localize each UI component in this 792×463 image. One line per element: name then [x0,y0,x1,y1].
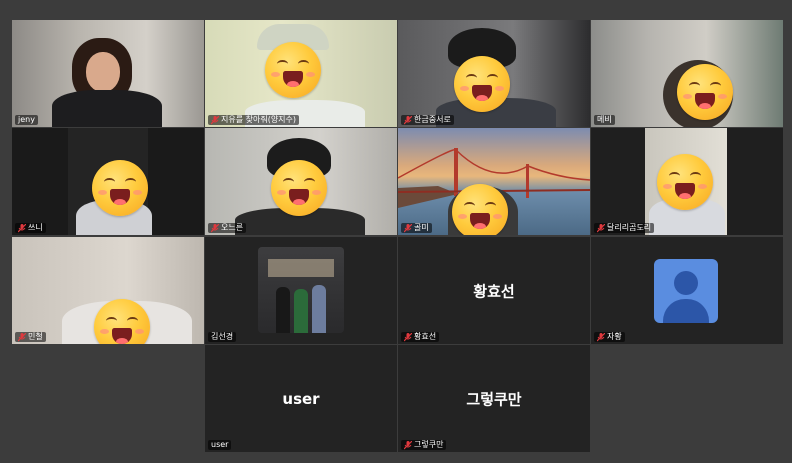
participant-name-label: 달리리곰도리 [594,223,655,233]
participant-tile[interactable]: 자황 [591,237,783,344]
mic-off-icon [404,115,412,124]
mic-off-icon [211,223,219,232]
person-avatar-icon [654,259,718,323]
participant-name-label: 오느른 [208,223,247,233]
participant-display-name: user [282,389,320,408]
mic-off-icon [404,223,412,232]
participant-tile[interactable]: 그렇쿠만 그렇쿠만 [398,345,590,452]
participant-name-label: jeny [15,115,38,125]
participant-tile[interactable]: 달리리곰도리 [591,128,783,235]
mic-off-icon [18,332,26,341]
participant-tile-jeny[interactable]: jeny [12,20,204,127]
participant-tile[interactable]: 김선경 [205,237,397,344]
participant-display-name: 그렇쿠만 [466,390,522,408]
grinning-face-emoji-icon [454,56,510,112]
participant-name-label: 메비 [594,115,615,125]
grinning-face-emoji-icon [271,160,327,216]
mic-off-icon [404,332,412,341]
participant-name-label: 그렇쿠만 [401,440,447,450]
mic-off-icon [18,223,26,232]
grinning-face-emoji-icon [677,64,733,120]
participant-name-label: 황효선 [401,332,440,342]
participant-display-name: 황효선 [473,282,515,300]
grinning-face-emoji-icon [657,154,713,210]
participant-name-label: user [208,440,232,450]
participant-tile[interactable]: 황효선 황효선 [398,237,590,344]
mic-off-icon [211,115,219,124]
participant-name-label: 지유를 찾아줘(양지수) [208,115,300,125]
participant-tile[interactable]: 쓰니 [12,128,204,235]
participant-tile[interactable]: user user [205,345,397,452]
participant-name-label: 자황 [594,332,625,342]
grinning-face-emoji-icon [92,160,148,216]
participant-tile[interactable]: 지유를 찾아줘(양지수) [205,20,397,127]
participant-name-label: 김선경 [208,332,237,342]
video-gallery: jeny 지유를 찾아줘(양지수) 한금중서로 메비 쓰니 오느른 골미 달리리… [0,0,792,463]
mic-off-icon [404,440,412,449]
participant-tile[interactable]: 한금중서로 [398,20,590,127]
participant-tile[interactable]: 민철 [12,237,204,344]
participant-tile[interactable]: 오느른 [205,128,397,235]
participant-tile[interactable]: 메비 [591,20,783,127]
participant-name-label: 골미 [401,223,432,233]
mic-off-icon [597,223,605,232]
profile-photo [258,247,344,333]
grinning-face-emoji-icon [452,184,508,235]
participant-name-label: 쓰니 [15,223,46,233]
mic-off-icon [597,332,605,341]
participant-name-label: 한금중서로 [401,115,454,125]
participant-tile[interactable]: 골미 [398,128,590,235]
grinning-face-emoji-icon [265,42,321,98]
participant-name-label: 민철 [15,332,46,342]
